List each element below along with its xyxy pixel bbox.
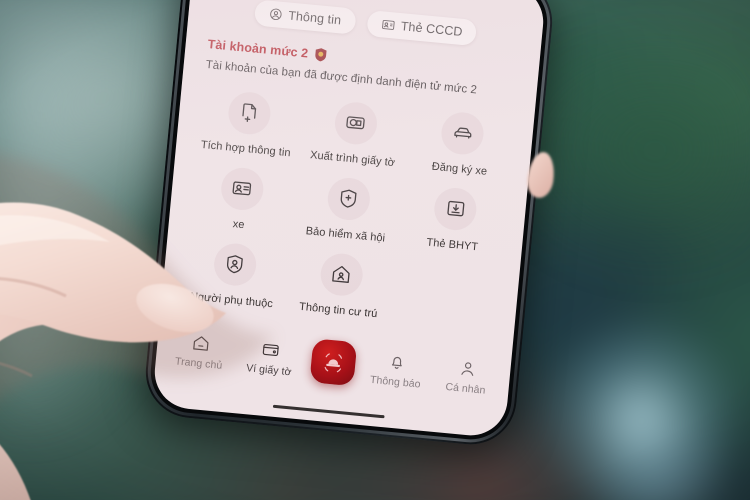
screenshot-stage: Thông tin Thẻ CCCD Tài khoản mức 2 Tài k… (0, 0, 750, 500)
service-icon-box (439, 110, 486, 156)
service-label: Thẻ BHYT (425, 236, 479, 254)
service-label: Đăng ký xe (431, 160, 488, 178)
tab-label: Thông tin (287, 8, 342, 28)
hand-lower-finger (0, 444, 31, 500)
nav-label: Cá nhân (444, 380, 486, 397)
person-circle-icon (269, 8, 282, 20)
car-icon (454, 127, 472, 139)
service-icon-box (432, 185, 479, 232)
tab-label: Thẻ CCCD (400, 19, 464, 39)
verified-shield-badge-icon (315, 48, 327, 62)
hand-silhouette (0, 202, 226, 500)
card-download-icon (447, 201, 465, 217)
id-card-icon (381, 19, 395, 30)
person-icon (460, 362, 473, 376)
nav-item-ca-nhan[interactable]: Cá nhân (436, 356, 497, 397)
account-level-title: Tài khoản mức 2 (207, 37, 309, 61)
hand-holding-phone (0, 110, 430, 500)
